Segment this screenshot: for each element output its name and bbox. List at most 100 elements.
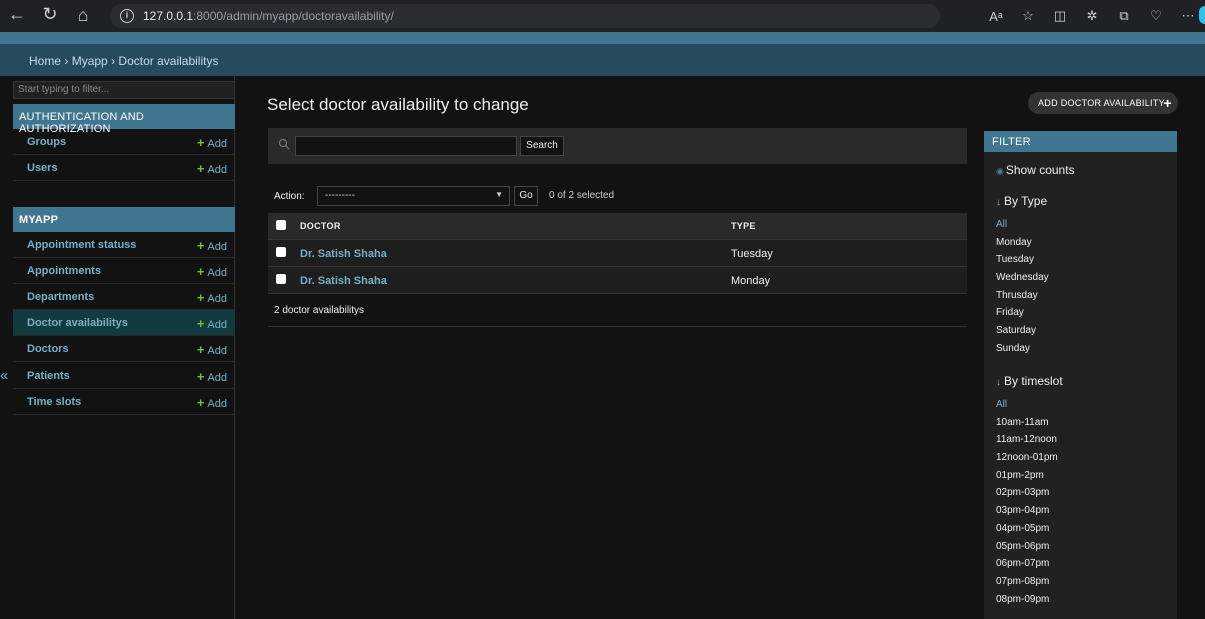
sidebar-item-users[interactable]: Users + Add	[13, 155, 235, 181]
type-cell: Monday	[731, 275, 771, 287]
add-link[interactable]: + Add	[197, 161, 227, 176]
add-link[interactable]: + Add	[197, 369, 227, 384]
filter-option[interactable]: Tuesday	[996, 251, 1049, 269]
filter-option[interactable]: 02pm-03pm	[996, 484, 1058, 502]
action-select[interactable]: --------- ▼	[317, 186, 510, 206]
plus-icon: +	[196, 316, 205, 331]
plus-icon: +	[196, 161, 205, 176]
plus-icon: +	[196, 369, 205, 384]
filter-option[interactable]: 12noon-01pm	[996, 449, 1058, 467]
sidebar-item-appointments[interactable]: Appointments + Add	[13, 258, 235, 284]
column-header-doctor[interactable]: DOCTOR	[300, 221, 341, 231]
add-label: Add	[207, 319, 227, 331]
collections-icon[interactable]: ⧉	[1113, 8, 1135, 24]
filter-option[interactable]: 08pm-09pm	[996, 591, 1058, 609]
module-caption-myapp[interactable]: MYAPP	[13, 207, 235, 232]
favorites-list-icon[interactable]: ✲	[1081, 8, 1103, 24]
filter-option[interactable]: 04pm-05pm	[996, 520, 1058, 538]
filter-option[interactable]: 07pm-08pm	[996, 573, 1058, 591]
add-label: Add	[207, 138, 227, 150]
search-input[interactable]	[295, 136, 517, 156]
go-button[interactable]: Go	[514, 186, 538, 206]
plus-icon: +	[196, 342, 205, 357]
doctor-link[interactable]: Dr. Satish Shaha	[300, 248, 387, 260]
sidebar-item-doctors[interactable]: Doctors + Add	[13, 336, 235, 362]
sidebar-item-label[interactable]: Doctor availabilitys	[27, 317, 128, 329]
row-checkbox[interactable]	[276, 247, 286, 257]
refresh-icon[interactable]: ↻	[37, 4, 63, 25]
add-label: Add	[207, 293, 227, 305]
column-header-type[interactable]: TYPE	[731, 221, 756, 231]
site-header	[0, 32, 1205, 44]
read-aloud-icon[interactable]: Aᵃ	[985, 9, 1007, 24]
sidebar-item-label[interactable]: Users	[27, 162, 58, 174]
filter-heading-timeslot[interactable]: ↓ By timeslot	[996, 374, 1063, 388]
more-menu-icon[interactable]: ⋯	[1177, 8, 1199, 24]
row-checkbox[interactable]	[276, 274, 286, 284]
changelist-filter: FILTER ◉ Show counts ↓ By Type All Monday …	[984, 131, 1177, 619]
sidebar-item-appointment-statuss[interactable]: Appointment statuss + Add	[13, 232, 235, 258]
sidebar-item-label[interactable]: Appointment statuss	[27, 239, 136, 251]
filter-option[interactable]: 05pm-06pm	[996, 538, 1058, 556]
table-row: Dr. Satish Shaha Tuesday	[268, 240, 967, 267]
sidebar-item-time-slots[interactable]: Time slots + Add	[13, 389, 235, 415]
add-link[interactable]: + Add	[197, 264, 227, 279]
add-label: Add	[207, 372, 227, 384]
add-link[interactable]: + Add	[197, 316, 227, 331]
filter-option[interactable]: All	[996, 216, 1049, 234]
page-title: Select doctor availability to change	[267, 95, 529, 114]
filter-option[interactable]: 03pm-04pm	[996, 502, 1058, 520]
select-all-checkbox[interactable]	[276, 220, 286, 230]
sidebar-item-patients[interactable]: Patients + Add	[13, 363, 235, 389]
show-counts-link[interactable]: ◉ Show counts	[996, 163, 1075, 177]
sidebar-item-doctor-availabilitys[interactable]: Doctor availabilitys + Add	[13, 310, 235, 336]
filter-option[interactable]: 01pm-2pm	[996, 467, 1058, 485]
add-label: Add	[207, 164, 227, 176]
sidebar-item-label[interactable]: Departments	[27, 291, 94, 303]
filter-option[interactable]: Saturday	[996, 322, 1049, 340]
filter-list-type: All Monday Tuesday Wednesday Thrusday Fr…	[996, 216, 1049, 358]
add-link[interactable]: + Add	[197, 290, 227, 305]
site-info-icon[interactable]: i	[120, 9, 134, 23]
breadcrumb: Home › Myapp › Doctor availabilitys	[29, 54, 218, 68]
favorite-star-icon[interactable]: ☆	[1017, 8, 1039, 24]
filter-heading-type[interactable]: ↓ By Type	[996, 194, 1047, 208]
filter-option[interactable]: 10am-11am	[996, 414, 1058, 432]
sidebar-item-label[interactable]: Appointments	[27, 265, 101, 277]
filter-option[interactable]: All	[996, 396, 1058, 414]
add-link[interactable]: + Add	[197, 342, 227, 357]
back-arrow-icon[interactable]: ←	[4, 4, 30, 25]
filter-option[interactable]: Sunday	[996, 340, 1049, 358]
sidebar-item-label[interactable]: Doctors	[27, 343, 69, 355]
copilot-icon[interactable]	[1199, 6, 1205, 24]
add-link[interactable]: + Add	[197, 135, 227, 150]
sidebar-item-departments[interactable]: Departments + Add	[13, 284, 235, 310]
breadcrumb-myapp[interactable]: Myapp	[72, 54, 108, 68]
split-screen-icon[interactable]: ◫	[1049, 8, 1071, 24]
filter-option[interactable]: Friday	[996, 304, 1049, 322]
filter-option[interactable]: 11am-12noon	[996, 431, 1058, 449]
filter-option[interactable]: 06pm-07pm	[996, 555, 1058, 573]
doctor-link[interactable]: Dr. Satish Shaha	[300, 275, 387, 287]
browser-essentials-icon[interactable]: ♡	[1145, 8, 1167, 24]
breadcrumb-home[interactable]: Home	[29, 54, 61, 68]
sidebar-item-groups[interactable]: Groups + Add	[13, 129, 235, 155]
sidebar-item-label[interactable]: Time slots	[27, 396, 81, 408]
filter-option[interactable]: Monday	[996, 234, 1049, 252]
sidebar-collapse-icon[interactable]: «	[0, 367, 10, 384]
add-doctor-availability-button[interactable]: ADD DOCTOR AVAILABILITY +	[1028, 92, 1178, 114]
module-caption-auth[interactable]: AUTHENTICATION AND AUTHORIZATION	[13, 104, 235, 135]
nav-filter-input[interactable]: Start typing to filter...	[13, 81, 235, 99]
search-button[interactable]: Search	[520, 136, 564, 156]
sidebar-item-label[interactable]: Patients	[27, 370, 70, 382]
address-bar[interactable]: i 127.0.0.1:8000/admin/myapp/doctoravail…	[110, 4, 940, 28]
chevron-down-icon: ▼	[495, 190, 503, 199]
add-label: Add	[207, 398, 227, 410]
add-link[interactable]: + Add	[197, 395, 227, 410]
paginator: 2 doctor availabilitys	[268, 295, 967, 327]
add-link[interactable]: + Add	[197, 238, 227, 253]
filter-option[interactable]: Wednesday	[996, 269, 1049, 287]
filter-option[interactable]: Thrusday	[996, 287, 1049, 305]
home-icon[interactable]: ⌂	[70, 5, 96, 26]
sidebar-item-label[interactable]: Groups	[27, 136, 66, 148]
